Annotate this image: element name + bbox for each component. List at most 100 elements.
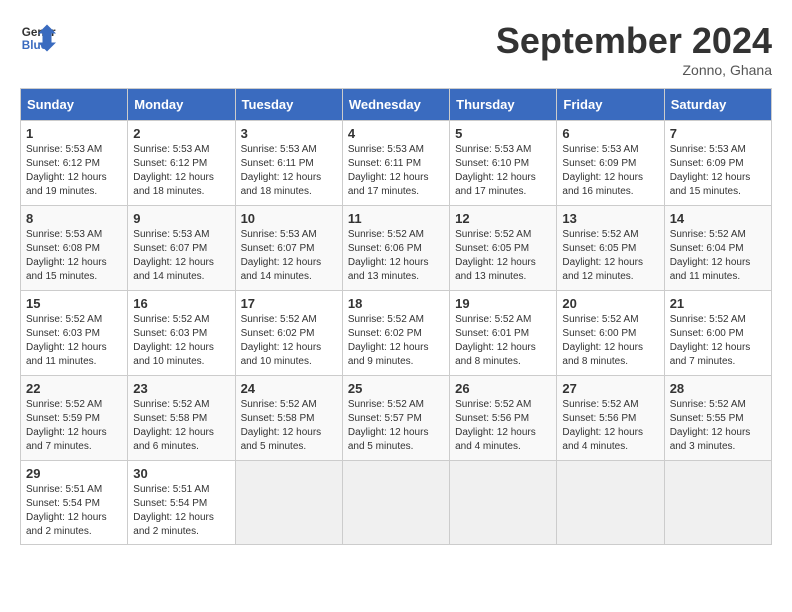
day-number: 13 — [562, 211, 658, 226]
sunset-text: Sunset: 5:58 PM — [133, 412, 229, 426]
weekday-header: Monday — [128, 89, 235, 121]
weekday-header: Friday — [557, 89, 664, 121]
day-number: 11 — [348, 211, 444, 226]
daylight-text: Daylight: 12 hours and 2 minutes. — [133, 511, 229, 539]
daylight-text: Daylight: 12 hours and 14 minutes. — [133, 256, 229, 284]
page-header: General Blue September 2024 Zonno, Ghana — [20, 20, 772, 78]
day-number: 3 — [241, 126, 337, 141]
calendar-day-cell: 15Sunrise: 5:52 AMSunset: 6:03 PMDayligh… — [21, 291, 128, 376]
sunset-text: Sunset: 5:54 PM — [133, 497, 229, 511]
sunrise-text: Sunrise: 5:52 AM — [562, 398, 658, 412]
sunrise-text: Sunrise: 5:53 AM — [670, 143, 766, 157]
sunrise-text: Sunrise: 5:53 AM — [133, 228, 229, 242]
sunset-text: Sunset: 6:05 PM — [562, 242, 658, 256]
sunset-text: Sunset: 6:03 PM — [26, 327, 122, 341]
calendar-day-cell: 18Sunrise: 5:52 AMSunset: 6:02 PMDayligh… — [342, 291, 449, 376]
sunset-text: Sunset: 6:02 PM — [241, 327, 337, 341]
day-number: 9 — [133, 211, 229, 226]
daylight-text: Daylight: 12 hours and 15 minutes. — [26, 256, 122, 284]
day-number: 2 — [133, 126, 229, 141]
sunset-text: Sunset: 5:59 PM — [26, 412, 122, 426]
sunrise-text: Sunrise: 5:52 AM — [241, 313, 337, 327]
sunrise-text: Sunrise: 5:52 AM — [670, 398, 766, 412]
location: Zonno, Ghana — [496, 62, 772, 78]
sunrise-text: Sunrise: 5:53 AM — [26, 143, 122, 157]
daylight-text: Daylight: 12 hours and 2 minutes. — [26, 511, 122, 539]
calendar-day-cell: 4Sunrise: 5:53 AMSunset: 6:11 PMDaylight… — [342, 121, 449, 206]
calendar-day-cell: 19Sunrise: 5:52 AMSunset: 6:01 PMDayligh… — [450, 291, 557, 376]
sunrise-text: Sunrise: 5:52 AM — [241, 398, 337, 412]
sunset-text: Sunset: 6:11 PM — [241, 157, 337, 171]
calendar-day-cell: 26Sunrise: 5:52 AMSunset: 5:56 PMDayligh… — [450, 376, 557, 461]
sunrise-text: Sunrise: 5:52 AM — [670, 228, 766, 242]
sunset-text: Sunset: 6:00 PM — [562, 327, 658, 341]
calendar-day-cell — [235, 461, 342, 545]
calendar-day-cell: 5Sunrise: 5:53 AMSunset: 6:10 PMDaylight… — [450, 121, 557, 206]
calendar-day-cell: 3Sunrise: 5:53 AMSunset: 6:11 PMDaylight… — [235, 121, 342, 206]
sunset-text: Sunset: 6:02 PM — [348, 327, 444, 341]
day-number: 26 — [455, 381, 551, 396]
calendar-day-cell — [342, 461, 449, 545]
day-number: 29 — [26, 466, 122, 481]
calendar-day-cell — [450, 461, 557, 545]
calendar-day-cell: 22Sunrise: 5:52 AMSunset: 5:59 PMDayligh… — [21, 376, 128, 461]
daylight-text: Daylight: 12 hours and 5 minutes. — [348, 426, 444, 454]
daylight-text: Daylight: 12 hours and 8 minutes. — [455, 341, 551, 369]
daylight-text: Daylight: 12 hours and 11 minutes. — [26, 341, 122, 369]
calendar-day-cell: 2Sunrise: 5:53 AMSunset: 6:12 PMDaylight… — [128, 121, 235, 206]
daylight-text: Daylight: 12 hours and 13 minutes. — [455, 256, 551, 284]
day-number: 17 — [241, 296, 337, 311]
sunrise-text: Sunrise: 5:51 AM — [26, 483, 122, 497]
sunrise-text: Sunrise: 5:53 AM — [26, 228, 122, 242]
month-title: September 2024 — [496, 20, 772, 62]
day-number: 8 — [26, 211, 122, 226]
daylight-text: Daylight: 12 hours and 4 minutes. — [455, 426, 551, 454]
calendar-week-row: 1Sunrise: 5:53 AMSunset: 6:12 PMDaylight… — [21, 121, 772, 206]
calendar-day-cell: 17Sunrise: 5:52 AMSunset: 6:02 PMDayligh… — [235, 291, 342, 376]
sunset-text: Sunset: 5:54 PM — [26, 497, 122, 511]
day-number: 12 — [455, 211, 551, 226]
sunrise-text: Sunrise: 5:53 AM — [348, 143, 444, 157]
weekday-header: Thursday — [450, 89, 557, 121]
day-number: 7 — [670, 126, 766, 141]
calendar-day-cell: 29 Sunrise: 5:51 AMSunset: 5:54 PMDayligh… — [21, 461, 128, 545]
daylight-text: Daylight: 12 hours and 15 minutes. — [670, 171, 766, 199]
daylight-text: Daylight: 12 hours and 7 minutes. — [670, 341, 766, 369]
sunrise-text: Sunrise: 5:52 AM — [348, 228, 444, 242]
day-number: 16 — [133, 296, 229, 311]
day-number: 19 — [455, 296, 551, 311]
sunrise-text: Sunrise: 5:52 AM — [670, 313, 766, 327]
sunrise-text: Sunrise: 5:52 AM — [455, 228, 551, 242]
sunset-text: Sunset: 6:01 PM — [455, 327, 551, 341]
calendar-day-cell: 25Sunrise: 5:52 AMSunset: 5:57 PMDayligh… — [342, 376, 449, 461]
daylight-text: Daylight: 12 hours and 18 minutes. — [241, 171, 337, 199]
calendar-week-row: 8Sunrise: 5:53 AMSunset: 6:08 PMDaylight… — [21, 206, 772, 291]
calendar-day-cell: 11Sunrise: 5:52 AMSunset: 6:06 PMDayligh… — [342, 206, 449, 291]
logo-icon: General Blue — [20, 20, 56, 56]
day-number: 23 — [133, 381, 229, 396]
daylight-text: Daylight: 12 hours and 6 minutes. — [133, 426, 229, 454]
day-number: 25 — [348, 381, 444, 396]
sunset-text: Sunset: 6:05 PM — [455, 242, 551, 256]
calendar-day-cell: 20Sunrise: 5:52 AMSunset: 6:00 PMDayligh… — [557, 291, 664, 376]
sunset-text: Sunset: 6:07 PM — [133, 242, 229, 256]
calendar-day-cell: 1Sunrise: 5:53 AMSunset: 6:12 PMDaylight… — [21, 121, 128, 206]
day-number: 20 — [562, 296, 658, 311]
day-number: 18 — [348, 296, 444, 311]
daylight-text: Daylight: 12 hours and 5 minutes. — [241, 426, 337, 454]
sunset-text: Sunset: 6:12 PM — [133, 157, 229, 171]
sunrise-text: Sunrise: 5:53 AM — [241, 228, 337, 242]
sunset-text: Sunset: 6:12 PM — [26, 157, 122, 171]
calendar-day-cell: 9 Sunrise: 5:53 AMSunset: 6:07 PMDaylight… — [128, 206, 235, 291]
daylight-text: Daylight: 12 hours and 4 minutes. — [562, 426, 658, 454]
calendar-table: SundayMondayTuesdayWednesdayThursdayFrid… — [20, 88, 772, 545]
sunrise-text: Sunrise: 5:52 AM — [26, 398, 122, 412]
day-number: 5 — [455, 126, 551, 141]
day-number: 10 — [241, 211, 337, 226]
day-number: 22 — [26, 381, 122, 396]
day-number: 27 — [562, 381, 658, 396]
weekday-header: Sunday — [21, 89, 128, 121]
daylight-text: Daylight: 12 hours and 19 minutes. — [26, 171, 122, 199]
calendar-day-cell: 28Sunrise: 5:52 AMSunset: 5:55 PMDayligh… — [664, 376, 771, 461]
sunset-text: Sunset: 6:08 PM — [26, 242, 122, 256]
